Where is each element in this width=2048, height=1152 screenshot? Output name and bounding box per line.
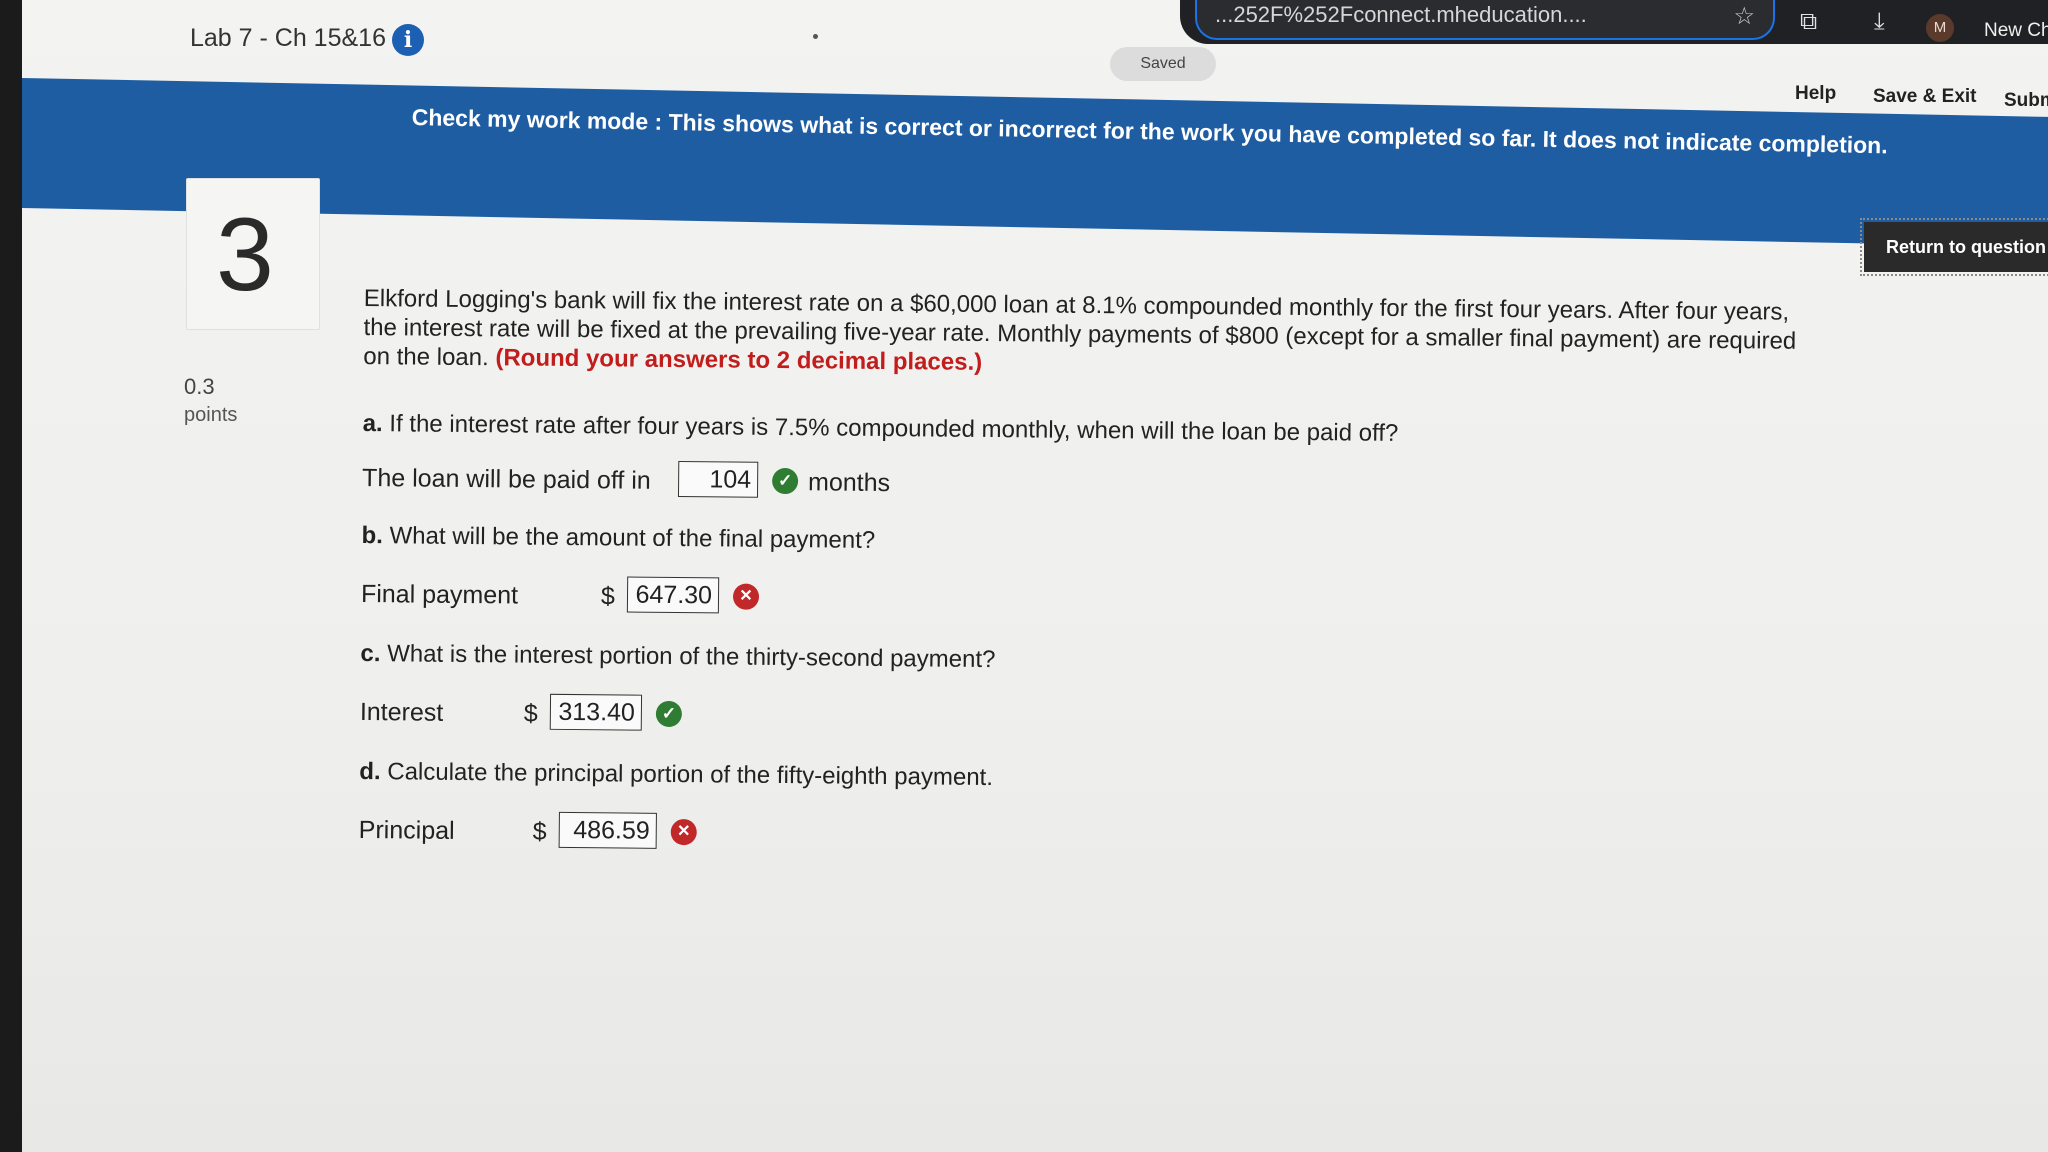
part-a-letter: a. (362, 409, 383, 438)
decorative-dot (813, 34, 818, 39)
part-b-currency: $ (600, 582, 616, 611)
part-c-currency: $ (523, 699, 538, 728)
info-icon[interactable]: i (392, 24, 424, 56)
points-label: points (184, 404, 238, 426)
part-d-text: Calculate the principal portion of the f… (387, 758, 994, 792)
help-link[interactable]: Help (1795, 83, 1836, 105)
part-c-answer-label: Interest (359, 697, 444, 727)
part-b-letter: b. (361, 521, 384, 550)
question-stem: Elkford Logging's bank will fix the inte… (363, 284, 1824, 385)
part-d-answer-label: Principal (358, 815, 455, 845)
part-a-answer-label: The loan will be paid off in (362, 463, 651, 495)
part-b-answer-input[interactable]: 647.30 (626, 576, 720, 614)
rounding-note: (Round your answers to 2 decimal places.… (495, 344, 983, 376)
new-chrome-button[interactable]: New Ch (1984, 20, 2048, 42)
part-b-text: What will be the amount of the final pay… (389, 522, 876, 554)
download-icon[interactable]: ⤓ (1874, 8, 1885, 36)
part-a-unit: months (807, 468, 891, 498)
extensions-icon[interactable]: ⧉ (1800, 8, 1817, 36)
saved-status-badge: Saved (1110, 47, 1216, 81)
part-b-answer-label: Final payment (360, 579, 519, 610)
part-d-currency: $ (532, 817, 547, 846)
address-bar-url: ...252F%252Fconnect.mheducation.... (1215, 2, 1587, 27)
submit-link[interactable]: Subm (2004, 90, 2048, 112)
part-c-letter: c. (360, 639, 381, 668)
points-value: 0.3 (184, 374, 215, 399)
screen-bezel (0, 0, 22, 1152)
question-content: Elkford Logging's bank will fix the inte… (359, 284, 1844, 849)
part-d-letter: d. (359, 757, 381, 786)
question-number: 3 (216, 197, 274, 313)
correct-check-icon: ✓ (772, 467, 799, 495)
correct-check-icon: ✓ (655, 700, 683, 728)
part-a-answer-input[interactable]: 104 (677, 461, 759, 498)
address-bar[interactable]: ...252F%252Fconnect.mheducation.... ☆ (1195, 0, 1775, 40)
return-to-question-button[interactable]: Return to question (1860, 218, 2048, 276)
assignment-title: Lab 7 - Ch 15&16 (190, 24, 386, 52)
incorrect-x-icon: ✕ (670, 818, 697, 846)
profile-avatar[interactable]: M (1926, 14, 1954, 42)
part-c-text: What is the interest portion of the thir… (387, 640, 996, 674)
bookmark-star-icon[interactable]: ☆ (1733, 2, 1755, 32)
incorrect-x-icon: ✕ (732, 583, 760, 610)
part-b-prompt: b. What will be the amount of the final … (361, 522, 875, 555)
save-exit-link[interactable]: Save & Exit (1873, 86, 1977, 108)
part-c-answer-input[interactable]: 313.40 (549, 693, 643, 731)
part-d-answer-input[interactable]: 486.59 (558, 811, 657, 849)
